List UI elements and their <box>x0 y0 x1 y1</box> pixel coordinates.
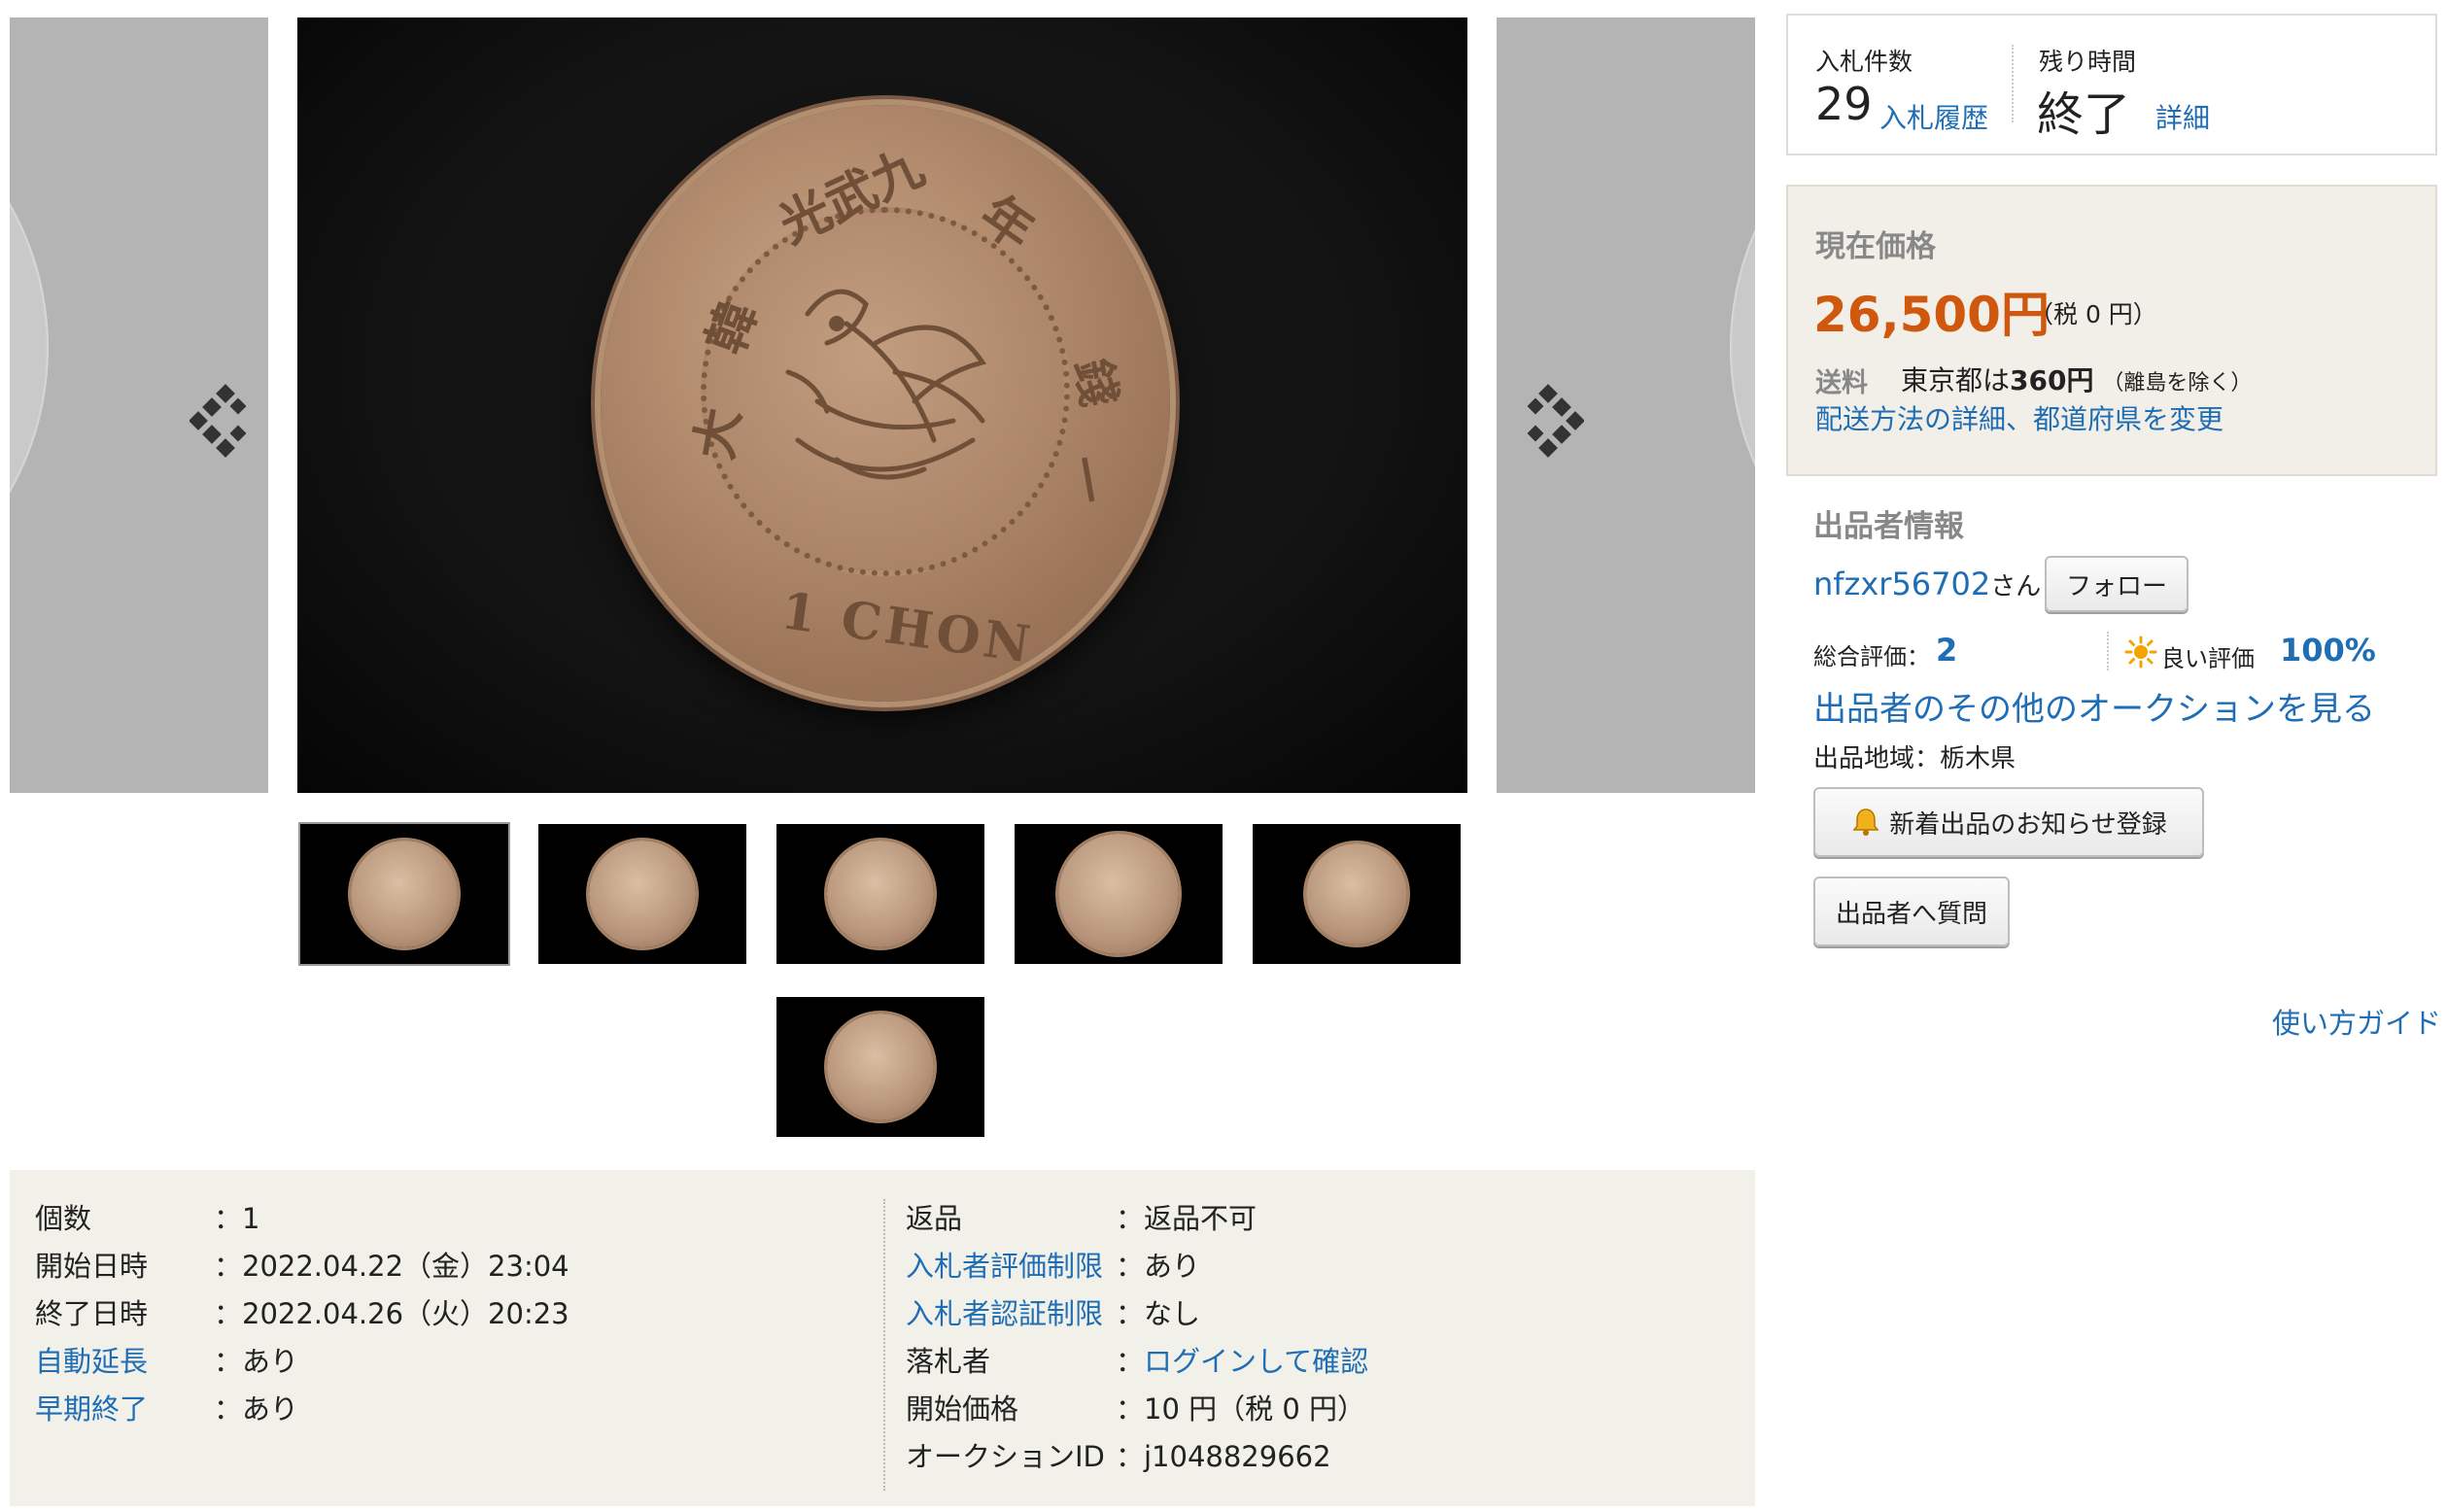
login-to-confirm-link[interactable]: ログインして確認 <box>1144 1345 1368 1378</box>
bid-history-link[interactable]: 入札履歴 <box>1879 97 1988 136</box>
auto-extend-link[interactable]: 自動延長 <box>35 1344 148 1379</box>
thumbnail-2[interactable] <box>538 824 746 964</box>
coin-image: 1 CHON 光武九 年 韓 大 錢 一 <box>601 105 1170 702</box>
thumbnail-1[interactable] <box>298 822 510 966</box>
coin-legend: 1 CHON <box>777 581 1038 675</box>
shipping-cost: 東京都は360円 （離島を除く） <box>1901 364 2253 396</box>
good-rating-label: 良い評価 <box>2161 645 2255 672</box>
bid-status-box: 入札件数 29 入札履歴 残り時間 終了 詳細 <box>1786 14 2437 155</box>
seller-name: nfzxr56702さん <box>1813 566 2042 602</box>
early-end-link[interactable]: 早期終了 <box>35 1392 148 1426</box>
follow-button[interactable]: フォロー <box>2045 556 2189 612</box>
next-image-button[interactable] <box>1516 367 1585 474</box>
usage-guide-link[interactable]: 使い方ガイド <box>2272 1001 2441 1042</box>
bidder-auth-limit-link[interactable]: 入札者認証制限 <box>906 1296 1103 1331</box>
total-rating-label: 総合評価： <box>1813 643 1930 670</box>
time-detail-link[interactable]: 詳細 <box>2155 97 2210 136</box>
bell-icon <box>1852 808 1879 836</box>
price-tax: （税 0 円） <box>2029 300 2157 328</box>
remaining-time-label: 残り時間 <box>2039 48 2137 76</box>
thumbnail-6[interactable] <box>776 997 984 1137</box>
good-rating-value[interactable]: 100% <box>2280 632 2376 669</box>
seller-info-heading: 出品者情報 <box>1813 509 1964 544</box>
bidder-rating-limit-link[interactable]: 入札者評価制限 <box>906 1249 1103 1284</box>
thumbnail-3[interactable] <box>776 824 984 964</box>
previous-image-button[interactable] <box>189 367 258 474</box>
bid-count-label: 入札件数 <box>1815 48 1913 76</box>
remaining-time-value: 終了 <box>2037 87 2131 142</box>
sun-icon <box>2124 636 2157 669</box>
seller-other-auctions-link[interactable]: 出品者のその他のオークションを見る <box>1813 682 2375 730</box>
new-listing-notify-button[interactable]: 新着出品のお知らせ登録 <box>1813 787 2204 857</box>
previous-image-panel[interactable] <box>10 17 268 793</box>
price-box: 現在価格 26,500円 （税 0 円） 送料 東京都は360円 （離島を除く）… <box>1786 185 2437 476</box>
thumbnail-4[interactable] <box>1015 824 1223 964</box>
shipping-details-link[interactable]: 配送方法の詳細、都道府県を変更 <box>1815 398 2223 437</box>
shipping-label: 送料 <box>1815 368 1868 398</box>
next-image-panel[interactable] <box>1497 17 1755 793</box>
chevron-right-icon <box>1527 384 1585 458</box>
current-price-label: 現在価格 <box>1815 229 1936 264</box>
question-seller-button[interactable]: 出品者へ質問 <box>1813 876 2010 946</box>
total-rating-value[interactable]: 2 <box>1936 632 1957 669</box>
auction-details-table <box>10 1170 1755 1506</box>
current-price-value: 26,500円 <box>1813 287 2050 343</box>
chevron-left-icon <box>189 384 247 458</box>
seller-name-link[interactable]: nfzxr56702 <box>1813 566 1990 602</box>
seller-region: 出品地域：栃木県 <box>1813 744 2016 773</box>
bid-count-value: 29 <box>1815 78 1873 130</box>
main-product-image[interactable]: 1 CHON 光武九 年 韓 大 錢 一 <box>297 17 1467 793</box>
thumbnail-5[interactable] <box>1253 824 1461 964</box>
